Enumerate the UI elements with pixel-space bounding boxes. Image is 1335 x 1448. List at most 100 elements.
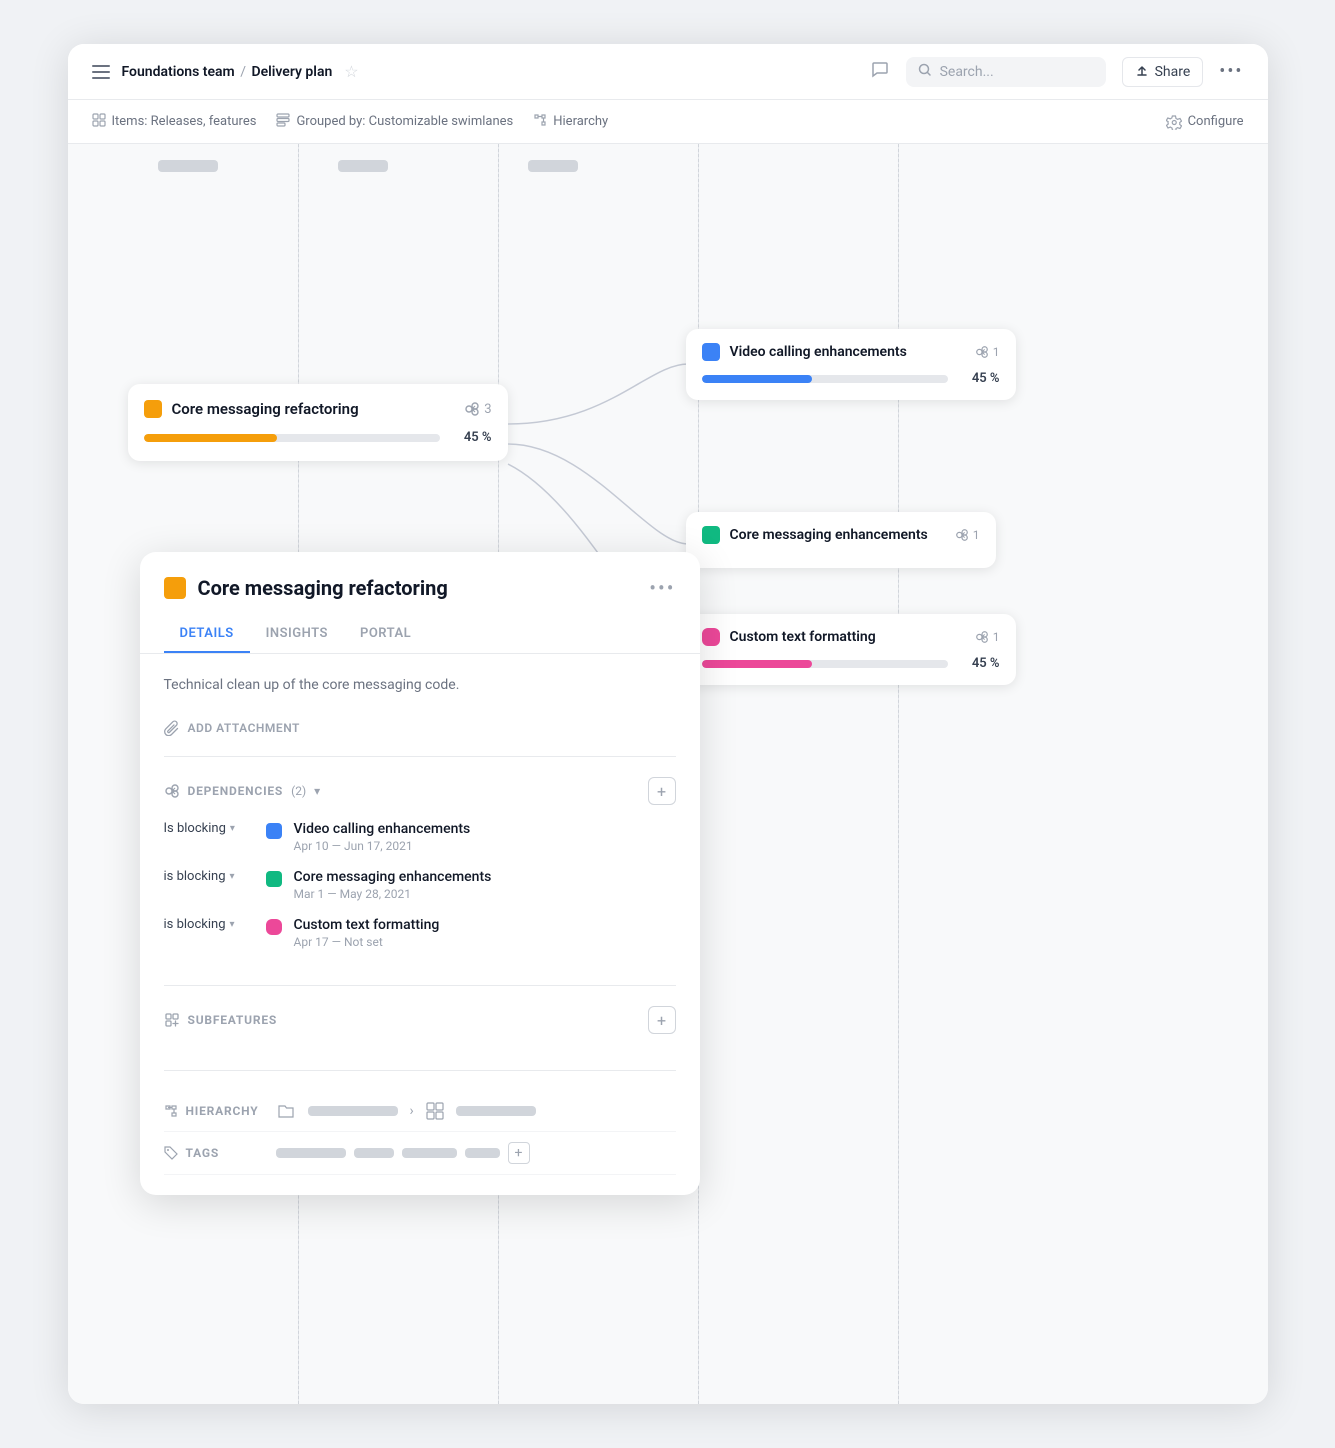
tag-2 [354, 1148, 394, 1158]
dep-dates-custom: Apr 17 — Not set [294, 935, 676, 949]
dependencies-count: (2) [291, 784, 306, 798]
tab-details[interactable]: DETAILS [164, 616, 250, 653]
breadcrumb-team[interactable]: Foundations team [122, 64, 235, 80]
dep-info-video: Video calling enhancements Apr 10 — Jun … [294, 821, 676, 853]
add-attachment-label: ADD ATTACHMENT [188, 721, 300, 735]
share-button[interactable]: Share [1122, 57, 1204, 87]
main-card-progress: 45 % [144, 430, 492, 445]
tab-portal[interactable]: PORTAL [344, 616, 427, 653]
hierarchy-folder-icon [276, 1101, 296, 1121]
top-bar-right: Search... Share ••• [870, 57, 1244, 87]
custom-text-progress-label: 45 % [960, 656, 1000, 671]
video-card-title: Video calling enhancements [730, 344, 965, 360]
detail-panel: Core messaging refactoring ••• DETAILS I… [140, 552, 700, 1195]
add-dependency-button[interactable]: + [648, 777, 676, 805]
main-progress-label: 45 % [452, 430, 492, 445]
detail-more-button[interactable]: ••• [649, 576, 675, 600]
tag-3 [402, 1148, 457, 1158]
dep-relation-custom[interactable]: is blocking ▾ [164, 917, 254, 932]
subfeatures-title-row: SUBFEATURES [164, 1012, 278, 1028]
dependencies-chevron[interactable]: ▾ [314, 784, 320, 798]
toolbar-grouped-label: Grouped by: Customizable swimlanes [296, 114, 513, 129]
search-bar[interactable]: Search... [906, 57, 1106, 87]
detail-body: Technical clean up of the core messaging… [140, 654, 700, 1195]
main-progress-fill [144, 434, 277, 442]
grid-label-2 [338, 160, 388, 172]
main-canvas-card-header: Core messaging refactoring 3 [144, 400, 492, 418]
tab-insights[interactable]: INSIGHTS [250, 616, 344, 653]
main-card-title: Core messaging refactoring [172, 400, 455, 418]
hierarchy-row: HIERARCHY › [164, 1091, 676, 1132]
detail-panel-header: Core messaging refactoring ••• [140, 552, 700, 600]
add-attachment-button[interactable]: ADD ATTACHMENT [164, 720, 676, 757]
add-subfeature-button[interactable]: + [648, 1006, 676, 1034]
dep-relation-core[interactable]: is blocking ▾ [164, 869, 254, 884]
dependencies-header: DEPENDENCIES (2) ▾ + [164, 777, 676, 805]
dep-relation-label-core: is blocking [164, 869, 226, 884]
toolbar: Items: Releases, features Grouped by: Cu… [68, 100, 1268, 144]
video-card-deps-count: 1 [993, 345, 1000, 359]
custom-text-card-title: Custom text formatting [730, 629, 965, 645]
dependencies-title-row: DEPENDENCIES (2) ▾ [164, 783, 321, 799]
toolbar-hierarchy[interactable]: Hierarchy [533, 113, 608, 131]
video-card-header: Video calling enhancements 1 [702, 343, 1000, 361]
hierarchy-grid [426, 1102, 444, 1120]
detail-title: Core messaging refactoring [198, 576, 638, 600]
star-icon[interactable]: ☆ [344, 62, 358, 81]
menu-icon[interactable] [92, 65, 110, 79]
breadcrumb-plan[interactable]: Delivery plan [251, 64, 332, 80]
dep-color-video [266, 823, 282, 839]
grid-label-3 [528, 160, 578, 172]
hierarchy-arrow: › [410, 1103, 414, 1119]
subfeatures-section: SUBFEATURES + [164, 1006, 676, 1071]
dep-item-custom: is blocking ▾ Custom text formatting Apr… [164, 917, 676, 949]
breadcrumb-separator: / [240, 64, 246, 80]
hierarchy-text: HIERARCHY [186, 1104, 259, 1118]
custom-text-card[interactable]: Custom text formatting 1 45 % [686, 614, 1016, 685]
grouped-icon [276, 113, 290, 131]
dep-relation-label-video: Is blocking [164, 821, 226, 836]
hierarchy-icon [533, 113, 547, 131]
share-label: Share [1155, 64, 1191, 80]
main-card-deps: 3 [464, 401, 491, 417]
main-canvas-card[interactable]: Core messaging refactoring 3 45 % [128, 384, 508, 461]
items-icon [92, 113, 106, 131]
core-messaging-card-title: Core messaging enhancements [730, 527, 945, 543]
toolbar-grouped[interactable]: Grouped by: Customizable swimlanes [276, 113, 513, 131]
video-progress-label: 45 % [960, 371, 1000, 386]
core-messaging-card-color [702, 526, 720, 544]
breadcrumb: Foundations team / Delivery plan [122, 64, 333, 80]
detail-description: Technical clean up of the core messaging… [164, 674, 676, 696]
tags-list: + [276, 1142, 530, 1164]
toolbar-items[interactable]: Items: Releases, features [92, 113, 257, 131]
comment-icon[interactable] [870, 59, 890, 84]
grid-label-1 [158, 160, 218, 172]
toolbar-hierarchy-label: Hierarchy [553, 114, 608, 129]
custom-text-card-color [702, 628, 720, 646]
core-messaging-card[interactable]: Core messaging enhancements 1 [686, 512, 996, 568]
hierarchy-value-1 [308, 1106, 398, 1116]
custom-text-card-deps: 1 [975, 630, 1000, 644]
custom-text-progress-bg [702, 660, 948, 668]
more-icon[interactable]: ••• [1219, 61, 1243, 82]
add-tag-button[interactable]: + [508, 1142, 530, 1164]
dep-relation-label-custom: is blocking [164, 917, 226, 932]
dep-info-core: Core messaging enhancements Mar 1 — May … [294, 869, 676, 901]
dep-name-core: Core messaging enhancements [294, 869, 676, 885]
tag-4 [465, 1148, 500, 1158]
search-placeholder: Search... [940, 64, 994, 80]
canvas-area: Core messaging refactoring 3 45 % [68, 144, 1268, 1404]
dep-item-video: Is blocking ▾ Video calling enhancements… [164, 821, 676, 853]
video-card[interactable]: Video calling enhancements 1 45 % [686, 329, 1016, 400]
video-card-progress: 45 % [702, 371, 1000, 386]
custom-text-card-header: Custom text formatting 1 [702, 628, 1000, 646]
dep-info-custom: Custom text formatting Apr 17 — Not set [294, 917, 676, 949]
core-messaging-card-deps-count: 1 [973, 528, 980, 542]
main-card-deps-count: 3 [484, 402, 491, 417]
core-messaging-card-header: Core messaging enhancements 1 [702, 526, 980, 544]
main-card-color [144, 400, 162, 418]
video-progress-bg [702, 375, 948, 383]
dep-relation-video[interactable]: Is blocking ▾ [164, 821, 254, 836]
top-bar-left: Foundations team / Delivery plan ☆ [92, 62, 359, 81]
configure-button[interactable]: Configure [1166, 114, 1244, 130]
